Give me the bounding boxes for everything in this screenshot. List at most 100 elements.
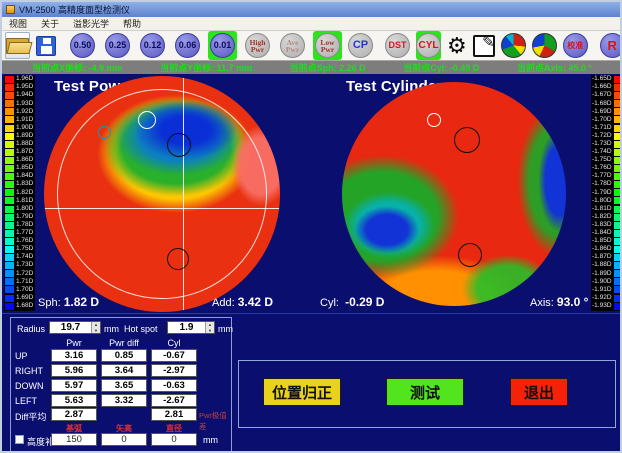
- scale-tick: 1.82D: [5, 189, 34, 196]
- scale-tick: 1.68D: [5, 303, 34, 310]
- scale-tick: 1.89D: [5, 133, 34, 140]
- calibrate-button[interactable]: 校准: [563, 33, 588, 58]
- measurement-panel: Radius 19.7 ▲▼ mm Hot spot 1.9 ▲▼ mm Pwr…: [10, 317, 232, 453]
- marker-circle: [458, 243, 482, 267]
- scale-tick: -1.87D: [592, 254, 621, 261]
- menu-company[interactable]: 溢影光学: [66, 17, 116, 30]
- cylinder-heatmap[interactable]: [342, 82, 566, 306]
- radius-label: Radius: [17, 324, 45, 334]
- position-reset-button[interactable]: 位置归正: [263, 378, 341, 406]
- measure-ring: [57, 89, 267, 299]
- test-button[interactable]: 测试: [386, 378, 464, 406]
- scale-tick: -1.77D: [592, 173, 621, 180]
- ave-pwr-button[interactable]: AvePwr: [278, 31, 307, 60]
- status-cyl: 当前点Cyl: -0.49 D: [403, 61, 479, 74]
- scale-tick: -1.71D: [592, 125, 621, 132]
- scale-tick: -1.74D: [592, 149, 621, 156]
- scale-tick: -1.73D: [592, 141, 621, 148]
- scale-tick: 1.79D: [5, 214, 34, 221]
- axis-readout: Axis: 93.0 °: [530, 295, 588, 309]
- scale-tick: 1.77D: [5, 230, 34, 237]
- scale-tick: -1.80D: [592, 197, 621, 204]
- hotspot-stepper[interactable]: 1.9 ▲▼: [167, 321, 215, 334]
- reset-button[interactable]: R: [600, 33, 622, 58]
- low-pwr-button[interactable]: LowPwr: [313, 31, 342, 60]
- threshold-button-0.50[interactable]: 0.50: [68, 31, 97, 60]
- scale-tick: -1.93D: [592, 303, 621, 310]
- cyl-label: CYL: [419, 41, 439, 51]
- menu-view[interactable]: 视图: [2, 17, 34, 30]
- power-map-icon: [501, 33, 526, 58]
- threshold-circle-icon: 0.06: [175, 33, 200, 58]
- scale-tick: -1.84D: [592, 230, 621, 237]
- right-pwr_diff-value: 3.64: [101, 364, 147, 377]
- pencil-icon: ✎: [473, 35, 495, 57]
- menu-about[interactable]: 关于: [34, 17, 66, 30]
- app-window: VM-2500 高精度面型检测仪 视图 关于 溢影光学 帮助 0.500.250…: [0, 0, 622, 453]
- gear-icon: ⚙: [447, 35, 467, 57]
- save-button[interactable]: [36, 36, 56, 56]
- radius-stepper[interactable]: 19.7 ▲▼: [49, 321, 101, 334]
- marker-circle: [427, 113, 441, 127]
- title-bar[interactable]: VM-2500 高精度面型检测仪: [2, 2, 620, 17]
- cylinder-color-scale: -1.65D-1.66D-1.67D-1.68D-1.69D-1.70D-1.7…: [591, 75, 622, 311]
- col-header-cyl: Cyl: [151, 338, 197, 348]
- marker-circle: [167, 248, 189, 270]
- menu-bar: 视图 关于 溢影光学 帮助: [2, 17, 620, 31]
- comp-value-3[interactable]: 0: [151, 433, 197, 446]
- cp-button[interactable]: CP: [348, 33, 373, 58]
- cyl-button[interactable]: CYL: [416, 31, 441, 60]
- diff-avg-pwr: 2.87: [51, 408, 97, 421]
- edit-button[interactable]: ✎: [473, 35, 495, 57]
- scale-tick: -1.89D: [592, 270, 621, 277]
- scale-tick: 1.74D: [5, 254, 34, 261]
- scale-tick: 1.80D: [5, 206, 34, 213]
- exit-button[interactable]: 退出: [510, 378, 568, 406]
- toolbar-power-group: HighPwrAvePwrLowPwr: [243, 31, 342, 60]
- height-comp-checkbox[interactable]: [15, 435, 24, 444]
- high-pwr-button[interactable]: HighPwr: [243, 31, 272, 60]
- power-map-button[interactable]: [501, 33, 526, 58]
- threshold-circle-icon: 0.01: [210, 33, 235, 58]
- calibrate-label: 校准: [567, 42, 583, 50]
- open-file-button[interactable]: [5, 32, 30, 59]
- scale-tick: 1.83D: [5, 181, 34, 188]
- up-pwr_diff-value: 0.85: [101, 349, 147, 362]
- scale-tick: -1.69D: [592, 108, 621, 115]
- marker-circle: [98, 126, 111, 139]
- hotspot-unit: mm: [218, 324, 233, 334]
- scale-tick: 1.70D: [5, 286, 34, 293]
- scale-tick: -1.82D: [592, 214, 621, 221]
- dst-button[interactable]: DST: [385, 33, 410, 58]
- comp-value-2[interactable]: 0: [101, 433, 147, 446]
- scale-tick: 1.81D: [5, 197, 34, 204]
- scale-tick: -1.68D: [592, 100, 621, 107]
- threshold-button-0.01[interactable]: 0.01: [208, 31, 237, 60]
- open-folder-icon: [6, 37, 29, 55]
- stepper-arrows-icon[interactable]: ▲▼: [205, 322, 214, 333]
- stepper-arrows-icon[interactable]: ▲▼: [91, 322, 100, 333]
- scale-tick: 1.71D: [5, 278, 34, 285]
- up-pwr-value: 3.16: [51, 349, 97, 362]
- comp-value-1[interactable]: 150: [51, 433, 97, 446]
- status-x: 当前点X坐标: -4.9 mm: [32, 61, 123, 74]
- power-heatmap[interactable]: [44, 76, 280, 312]
- scale-tick: -1.72D: [592, 133, 621, 140]
- threshold-button-0.12[interactable]: 0.12: [138, 31, 167, 60]
- status-axis: 当前点Axis: 45.0 °: [517, 61, 592, 74]
- settings-button[interactable]: ⚙: [447, 35, 467, 57]
- scale-tick: -1.78D: [592, 181, 621, 188]
- cylinder-map-button[interactable]: [532, 33, 557, 58]
- status-bar: 当前点X坐标: -4.9 mm 当前点Y坐标: 11.7 mm 当前点Sph: …: [2, 61, 620, 74]
- scale-tick: 1.95D: [5, 84, 34, 91]
- menu-help[interactable]: 帮助: [116, 17, 148, 30]
- scale-tick: 1.85D: [5, 165, 34, 172]
- threshold-button-0.06[interactable]: 0.06: [173, 31, 202, 60]
- marker-circle: [454, 127, 480, 153]
- col-header-pwrdiff: Pwr diff: [101, 338, 147, 348]
- bottom-section: Radius 19.7 ▲▼ mm Hot spot 1.9 ▲▼ mm Pwr…: [2, 313, 622, 453]
- add-readout: Add: 3.42 D: [212, 295, 273, 309]
- cyl-readout: Cyl: -0.29 D: [320, 295, 384, 309]
- threshold-button-0.25[interactable]: 0.25: [103, 31, 132, 60]
- scale-tick: -1.65D: [592, 76, 621, 83]
